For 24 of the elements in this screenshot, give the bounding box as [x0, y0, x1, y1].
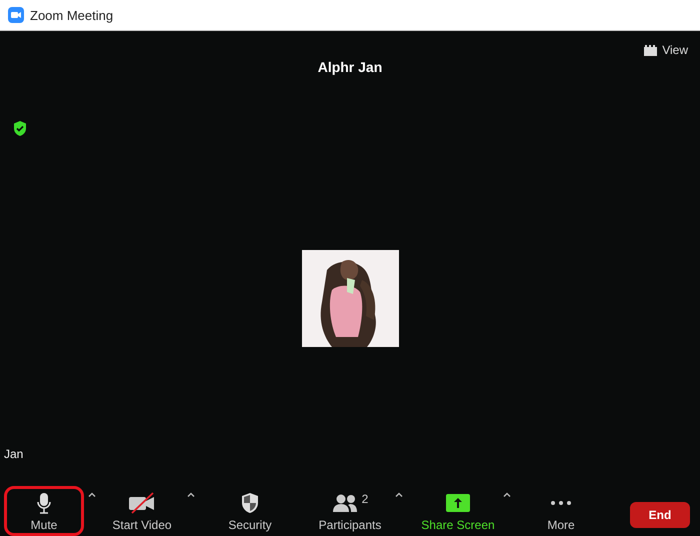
end-button[interactable]: End — [630, 502, 690, 528]
camera-logo-icon — [8, 7, 24, 23]
people-icon — [332, 493, 358, 513]
speaker-name: Alphr Jan — [318, 59, 382, 75]
view-grid-icon — [644, 44, 658, 56]
view-button[interactable]: View — [644, 43, 688, 57]
share-button[interactable]: Share Screen — [417, 486, 499, 536]
security-button[interactable]: Security — [209, 486, 291, 536]
video-button[interactable]: Start Video — [101, 486, 183, 536]
window-title: Zoom Meeting — [30, 8, 114, 22]
caret-button[interactable] — [503, 492, 511, 497]
more-icon — [550, 500, 572, 506]
share-screen-icon — [446, 494, 470, 512]
microphone-icon — [36, 492, 52, 514]
video-off-icon — [128, 492, 156, 514]
caret-button[interactable] — [187, 492, 195, 497]
more-button[interactable]: More — [520, 486, 602, 536]
caret-button[interactable] — [88, 492, 96, 497]
shield-check-icon — [13, 121, 27, 136]
shield-icon — [240, 492, 260, 514]
participants-button[interactable]: 2 Participants — [309, 486, 391, 536]
mic-button[interactable]: Mute — [4, 486, 84, 536]
caret-button[interactable] — [395, 492, 403, 497]
participant-name: Jan — [4, 447, 24, 461]
